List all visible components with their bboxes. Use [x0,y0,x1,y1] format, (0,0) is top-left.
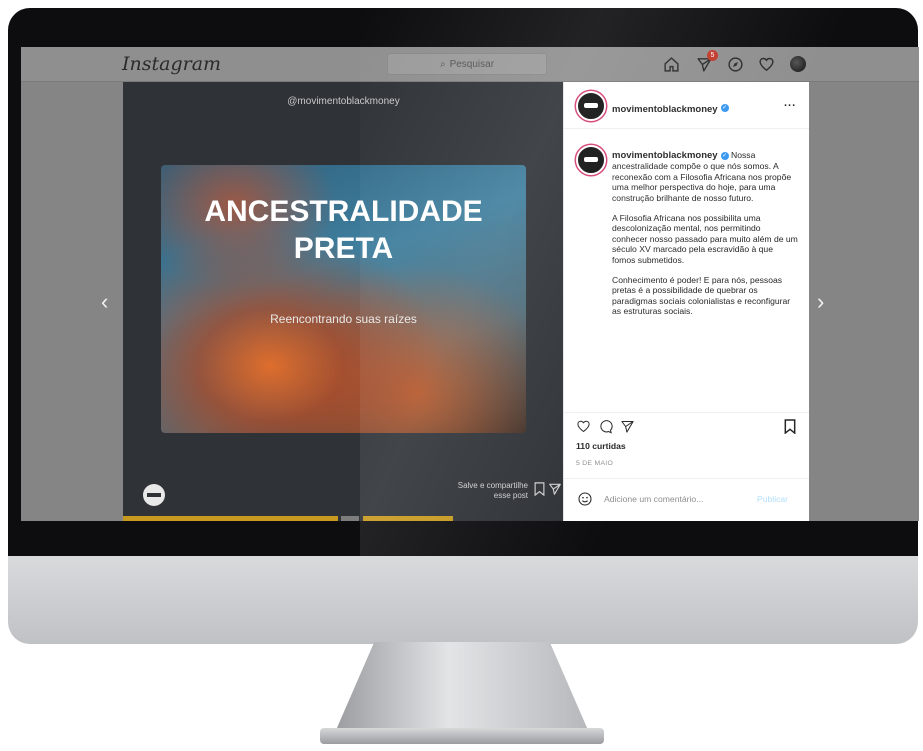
emoji-icon[interactable] [577,491,593,512]
notification-badge: 5 [707,50,718,61]
monitor-chin [8,556,918,644]
send-outline-icon [548,482,562,501]
verified-icon: ✓ [720,103,729,112]
carousel-progress-1 [123,516,338,521]
caption-username[interactable]: movimentoblackmoney [612,150,718,161]
next-post-arrow-icon[interactable]: › [817,289,824,315]
monitor-stand [333,642,591,737]
post-image[interactable]: @movimentoblackmoney ANCESTRALIDADE PRET… [123,82,564,521]
publish-button[interactable]: Publicar [757,494,788,504]
comment-bubble-icon[interactable] [598,419,613,439]
save-outline-icon [533,482,546,501]
comment-divider [564,478,809,479]
home-icon[interactable] [661,54,681,74]
caption-verified-icon: ✓ [720,151,729,160]
post-photo: ANCESTRALIDADE PRETA Reencontrando suas … [161,165,526,433]
direct-message-icon[interactable]: 5 [694,50,718,74]
share-prompt: Salve e compartilhe esse post [416,481,528,501]
brand-logo-icon [143,484,165,506]
post-headline: ANCESTRALIDADE PRETA [204,195,483,265]
post-subheadline: Reencontrando suas raízes [270,312,417,326]
more-options-icon[interactable]: ... [784,97,796,109]
instagram-logo[interactable]: Instagram [122,53,221,75]
search-input[interactable]: ⌕ Pesquisar [387,53,547,75]
post-date: 5 DE MAIO [576,460,614,467]
caption-paragraph-3: Conhecimento é poder! E para nós, pessoa… [612,275,791,317]
header-username[interactable]: movimentoblackmoney [612,104,718,115]
monitor-stand-base [320,728,604,744]
header-username-row: movimentoblackmoney ✓ [612,99,729,117]
comment-input[interactable]: Adicione um comentário... [604,494,703,504]
carousel-progress-2 [341,516,359,521]
share-prompt-line1: Salve e compartilhe [457,481,528,490]
share-send-icon[interactable] [620,419,635,439]
actions-divider [564,412,809,413]
profile-avatar[interactable] [788,54,808,74]
like-heart-icon[interactable] [576,419,591,439]
activity-heart-icon[interactable] [756,54,776,74]
explore-icon[interactable] [725,54,745,74]
share-prompt-line2: esse post [493,491,528,500]
top-navigation-bar: Instagram ⌕ Pesquisar 5 [21,47,919,82]
post-details-panel: movimentoblackmoney ✓ ... movimentoblackm… [563,82,809,521]
caption-avatar[interactable] [576,145,606,175]
search-placeholder: Pesquisar [449,58,495,70]
image-handle-text: @movimentoblackmoney [287,96,400,107]
previous-post-arrow-icon[interactable]: ‹ [101,289,108,315]
likes-count[interactable]: 110 curtidas [576,441,626,451]
carousel-progress-3 [363,516,453,521]
header-divider [564,128,809,129]
caption-paragraph-2: A Filosofia Africana nos possibilita uma… [612,213,798,265]
post-caption: movimentoblackmoney ✓ Nossa ancestralidad… [612,150,798,327]
screen: Instagram ⌕ Pesquisar 5 ‹ › @movimentobl… [21,47,919,521]
search-icon: ⌕ [439,58,446,70]
header-avatar[interactable] [576,91,606,121]
save-bookmark-icon[interactable] [783,419,797,439]
